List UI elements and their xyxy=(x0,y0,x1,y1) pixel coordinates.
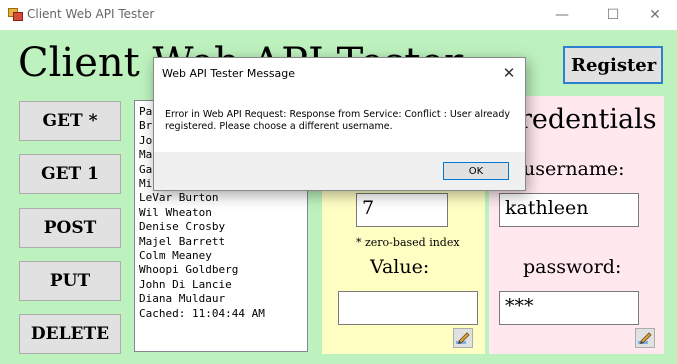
title-bar: Client Web API Tester — ☐ ✕ xyxy=(0,0,677,30)
index-note: * zero-based index xyxy=(356,236,460,249)
username-input[interactable]: kathleen xyxy=(499,193,639,227)
maximize-button[interactable]: ☐ xyxy=(590,0,636,30)
register-button[interactable]: Register xyxy=(563,46,663,84)
password-input[interactable]: *** xyxy=(499,291,639,325)
index-input[interactable]: 7 xyxy=(356,193,448,227)
value-input[interactable] xyxy=(338,291,478,325)
delete-button[interactable]: DELETE xyxy=(19,314,121,354)
list-item[interactable]: Wil Wheaton xyxy=(139,206,307,220)
dialog-title: Web API Tester Message xyxy=(162,67,296,80)
list-item[interactable]: Cached: 11:04:44 AM xyxy=(139,307,307,321)
dialog-message: Error in Web API Request: Response from … xyxy=(165,109,510,132)
minimize-button[interactable]: — xyxy=(539,0,585,30)
list-item[interactable]: Whoopi Goldberg xyxy=(139,263,307,277)
edit-value-button[interactable] xyxy=(453,328,473,348)
value-label: Value: xyxy=(370,256,430,278)
list-item[interactable]: LeVar Burton xyxy=(139,191,307,205)
list-item[interactable]: John Di Lancie xyxy=(139,278,307,292)
list-item[interactable]: Colm Meaney xyxy=(139,249,307,263)
list-item[interactable]: Majel Barrett xyxy=(139,235,307,249)
password-label: password: xyxy=(523,256,622,278)
get-one-button[interactable]: GET 1 xyxy=(19,154,121,194)
pencil-icon xyxy=(638,332,652,344)
get-all-button[interactable]: GET * xyxy=(19,101,121,141)
ok-button[interactable]: OK xyxy=(443,162,509,180)
list-item[interactable]: Denise Crosby xyxy=(139,220,307,234)
dialog-title-bar: Web API Tester Message ✕ xyxy=(154,58,525,89)
list-item[interactable]: Diana Muldaur xyxy=(139,292,307,306)
edit-credentials-button[interactable] xyxy=(635,328,655,348)
pencil-icon xyxy=(456,332,470,344)
post-button[interactable]: POST xyxy=(19,208,121,248)
window-title: Client Web API Tester xyxy=(27,7,155,21)
put-button[interactable]: PUT xyxy=(19,261,121,301)
app-icon xyxy=(8,8,23,21)
credentials-heading: redentials xyxy=(519,104,657,135)
message-dialog: Web API Tester Message ✕ Error in Web AP… xyxy=(153,57,526,191)
dialog-body: Error in Web API Request: Response from … xyxy=(154,89,525,152)
close-window-button[interactable]: ✕ xyxy=(632,0,677,30)
username-label: username: xyxy=(523,158,625,180)
dialog-close-button[interactable]: ✕ xyxy=(493,58,525,89)
